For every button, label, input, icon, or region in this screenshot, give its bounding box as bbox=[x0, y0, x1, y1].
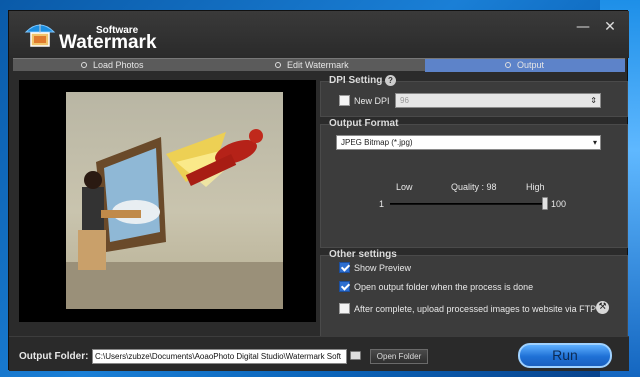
wizard-steps: Load Photos Edit Watermark Output bbox=[13, 58, 625, 72]
other-settings-title: Other settings bbox=[329, 249, 397, 260]
preview-pane bbox=[19, 80, 316, 322]
title-bar: Software Watermark — ✕ bbox=[9, 11, 629, 58]
dpi-title: DPI Setting bbox=[329, 75, 383, 86]
preview-image bbox=[66, 92, 283, 309]
quality-slider-track[interactable] bbox=[390, 203, 548, 205]
quality-max-label: 100 bbox=[551, 199, 567, 209]
folder-icon[interactable] bbox=[350, 351, 361, 360]
new-dpi-checkbox[interactable] bbox=[339, 95, 350, 106]
quality-min-label: 1 bbox=[379, 199, 385, 209]
output-format-value: JPEG Bitmap (*.jpg) bbox=[341, 138, 413, 147]
open-folder-button[interactable]: Open Folder bbox=[370, 349, 428, 364]
umbrella-logo-icon bbox=[24, 24, 56, 47]
spinner-icon: ⇕ bbox=[590, 96, 597, 105]
ftp-upload-label: After complete, upload processed images … bbox=[354, 304, 597, 314]
app-window: Software Watermark — ✕ Load Photos Edit … bbox=[8, 10, 629, 371]
step-label: Load Photos bbox=[93, 60, 144, 70]
minimize-button[interactable]: — bbox=[575, 19, 591, 35]
ftp-upload-checkbox[interactable] bbox=[339, 303, 350, 314]
open-output-folder-checkbox[interactable] bbox=[339, 281, 350, 292]
close-button[interactable]: ✕ bbox=[602, 19, 618, 35]
output-format-select[interactable]: JPEG Bitmap (*.jpg) ▾ bbox=[336, 135, 601, 150]
step-edit-watermark[interactable]: Edit Watermark bbox=[275, 59, 349, 72]
quality-high-label: High bbox=[526, 182, 545, 192]
new-dpi-label: New DPI bbox=[354, 96, 390, 106]
step-output[interactable]: Output bbox=[505, 59, 544, 72]
output-folder-label: Output Folder: bbox=[19, 351, 89, 362]
open-output-folder-label: Open output folder when the process is d… bbox=[354, 282, 534, 292]
step-dot-icon bbox=[275, 61, 281, 68]
quality-low-label: Low bbox=[396, 182, 413, 192]
step-label: Output bbox=[517, 60, 545, 70]
step-dot-icon bbox=[81, 61, 87, 68]
run-button[interactable]: Run bbox=[518, 343, 612, 368]
show-preview-checkbox[interactable] bbox=[339, 262, 350, 273]
help-icon[interactable]: ? bbox=[385, 75, 396, 86]
show-preview-label: Show Preview bbox=[354, 263, 412, 273]
quality-caption: Quality : 98 bbox=[451, 182, 497, 192]
dpi-select[interactable]: 96 ⇕ bbox=[395, 93, 601, 108]
step-label: Edit Watermark bbox=[287, 60, 349, 70]
preview-photo-drawing bbox=[66, 129, 283, 309]
bottom-bar: Output Folder: C:\Users\zubze\Documents\… bbox=[9, 336, 629, 371]
dpi-value: 96 bbox=[400, 96, 409, 105]
output-folder-input[interactable]: C:\Users\zubze\Documents\AoaoPhoto Digit… bbox=[92, 349, 347, 364]
chevron-down-icon: ▾ bbox=[592, 138, 597, 147]
step-dot-icon bbox=[505, 61, 511, 68]
step-load-photos[interactable]: Load Photos bbox=[81, 59, 144, 72]
settings-tool-icon[interactable]: ⚒ bbox=[596, 301, 609, 314]
quality-slider-thumb[interactable] bbox=[541, 197, 548, 210]
output-format-title: Output Format bbox=[329, 118, 399, 129]
brand-title: Watermark bbox=[59, 32, 157, 53]
